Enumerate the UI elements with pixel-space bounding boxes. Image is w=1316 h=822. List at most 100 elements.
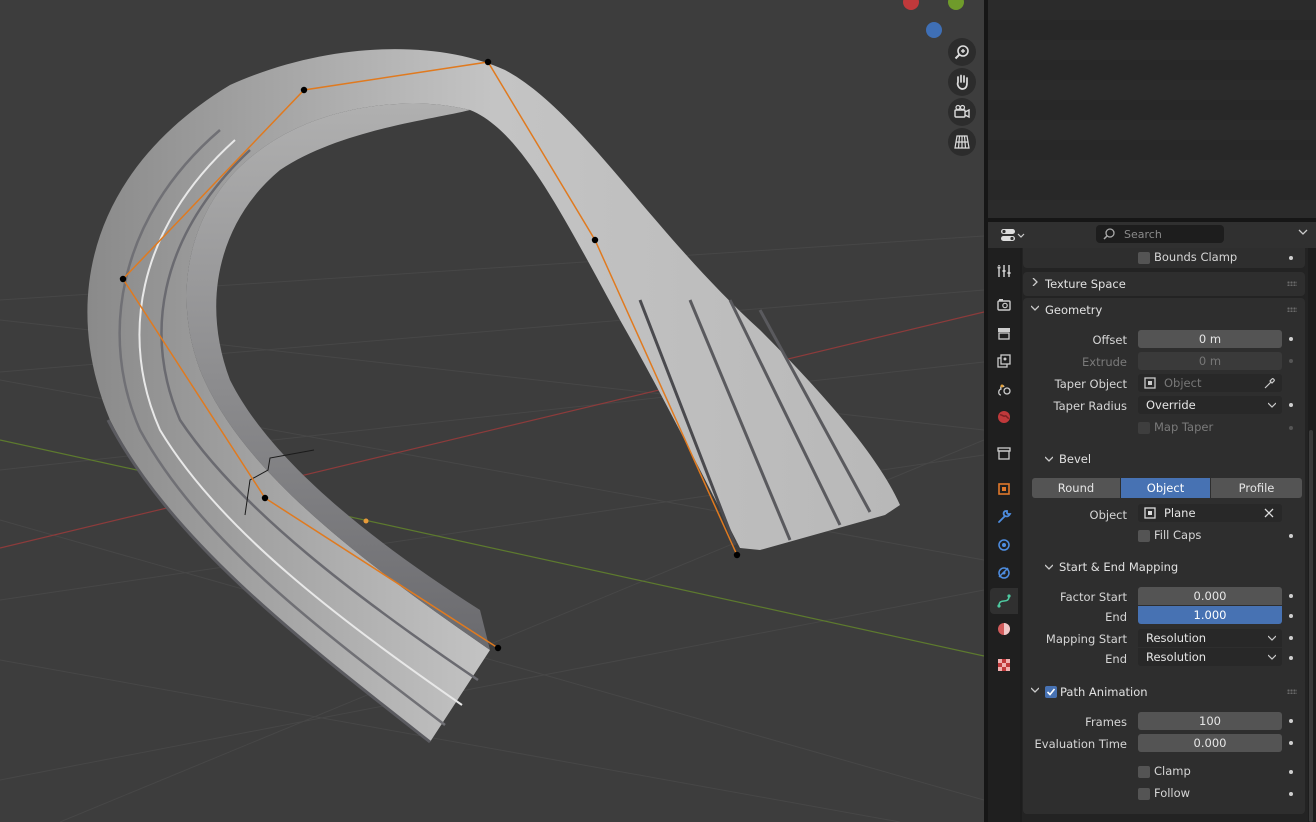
outliner-area[interactable] (988, 0, 1316, 218)
taper-radius-label: Taper Radius (1053, 399, 1128, 413)
path-animation-checkbox[interactable] (1045, 686, 1057, 698)
camera-view-button[interactable] (948, 98, 976, 126)
frames-field[interactable]: 100 (1138, 712, 1282, 730)
tab-physics[interactable] (990, 560, 1018, 586)
tab-material[interactable] (990, 616, 1018, 642)
grid-icon (954, 135, 970, 149)
keyframe-dot[interactable] (1289, 403, 1293, 407)
pan-button[interactable] (948, 68, 976, 96)
options-chevron-icon[interactable] (1298, 227, 1308, 240)
clamp-label: Clamp (1154, 764, 1191, 778)
factor-end-label: End (1105, 610, 1127, 624)
tab-output[interactable] (990, 320, 1018, 346)
particles-icon (998, 539, 1010, 551)
keyframe-dot[interactable] (1289, 719, 1293, 723)
bounds-clamp-label: Bounds Clamp (1154, 250, 1238, 264)
mapping-start-select[interactable]: Resolution (1138, 629, 1282, 647)
bevel-mode-object[interactable]: Object (1121, 478, 1210, 498)
tab-view-layer[interactable] (990, 348, 1018, 374)
tab-texture[interactable] (990, 652, 1018, 678)
texture-space-header: Texture Space (1045, 277, 1126, 291)
eyedropper-icon[interactable] (1264, 377, 1276, 389)
path-animation-header[interactable]: Path Animation (1023, 680, 1305, 704)
keyframe-dot[interactable] (1289, 636, 1293, 640)
map-taper-checkbox[interactable] (1138, 422, 1150, 434)
gizmo-z-axis[interactable] (926, 22, 942, 38)
keyframe-dot[interactable] (1289, 426, 1293, 430)
hand-icon (956, 74, 968, 90)
tab-data[interactable] (990, 588, 1018, 614)
texture-icon (998, 659, 1010, 671)
keyframe-dot[interactable] (1289, 792, 1293, 796)
zoom-button[interactable] (948, 38, 976, 66)
tool-icon (997, 265, 1011, 277)
fill-caps-checkbox[interactable] (1138, 530, 1150, 542)
chevron-down-icon (1268, 402, 1276, 408)
factor-start-field[interactable]: 0.000 (1138, 587, 1282, 605)
clamp-checkbox[interactable] (1138, 766, 1150, 778)
bevel-header[interactable]: Bevel (1023, 448, 1305, 470)
drag-handle-icon[interactable] (1287, 689, 1297, 694)
taper-object-field[interactable]: Object (1138, 374, 1282, 392)
tab-render[interactable] (990, 292, 1018, 318)
chevron-down-icon (1268, 635, 1276, 641)
bevel-mode-profile[interactable]: Profile (1211, 478, 1302, 498)
keyframe-dot[interactable] (1289, 534, 1293, 538)
taper-radius-select[interactable]: Override (1138, 396, 1282, 414)
tab-collection[interactable] (990, 440, 1018, 466)
drag-handle-icon[interactable] (1287, 281, 1297, 286)
offset-label: Offset (1092, 333, 1127, 347)
keyframe-dot[interactable] (1289, 770, 1293, 774)
editor-type-button[interactable] (996, 226, 1026, 244)
panel-texture-space[interactable]: Texture Space (1023, 272, 1305, 296)
keyframe-dot[interactable] (1289, 594, 1293, 598)
keyframe-dot[interactable] (1289, 256, 1293, 260)
curve-data-icon (997, 594, 1011, 608)
geometry-title: Geometry (1045, 303, 1103, 317)
close-icon[interactable] (1264, 508, 1274, 518)
tab-scene[interactable] (990, 376, 1018, 402)
chevron-down-icon (1045, 564, 1053, 570)
map-taper-label: Map Taper (1154, 420, 1214, 434)
mapping-header[interactable]: Start & End Mapping (1023, 556, 1305, 578)
keyframe-dot[interactable] (1289, 614, 1293, 618)
extrude-field[interactable]: 0 m (1138, 352, 1282, 370)
bevel-mode-segmented: Round Object Profile (1032, 478, 1302, 498)
bevel-object-field[interactable]: Plane (1138, 504, 1282, 522)
geometry-header[interactable]: Geometry (1023, 298, 1305, 322)
perspective-toggle-button[interactable] (948, 128, 976, 156)
3d-viewport[interactable] (0, 0, 984, 822)
factor-start-label: Factor Start (1060, 590, 1127, 604)
keyframe-dot[interactable] (1289, 741, 1293, 745)
frames-label: Frames (1085, 715, 1127, 729)
drag-handle-icon[interactable] (1287, 307, 1297, 312)
object-origin (363, 518, 369, 524)
offset-field[interactable]: 0 m (1138, 330, 1282, 348)
keyframe-dot[interactable] (1289, 656, 1293, 660)
keyframe-dot[interactable] (1289, 359, 1293, 363)
evaluation-time-label: Evaluation Time (1034, 737, 1127, 751)
chevron-down-icon (1031, 687, 1039, 693)
tab-modifiers[interactable] (990, 504, 1018, 530)
tab-tool[interactable] (990, 258, 1018, 284)
evaluation-time-field[interactable]: 0.000 (1138, 734, 1282, 752)
output-icon (998, 328, 1010, 340)
search-input[interactable]: Search (1096, 225, 1224, 243)
keyframe-dot[interactable] (1289, 337, 1293, 341)
wrench-icon (998, 510, 1012, 523)
mapping-end-label: End (1105, 652, 1127, 666)
taper-object-label: Taper Object (1054, 377, 1127, 391)
properties-scrollbar[interactable] (1309, 430, 1313, 822)
bounds-clamp-checkbox[interactable] (1138, 252, 1150, 264)
tab-world[interactable] (990, 404, 1018, 430)
panel-path-animation: Path Animation Frames 100 Evaluation Tim… (1023, 680, 1305, 814)
bevel-mode-round[interactable]: Round (1032, 478, 1120, 498)
chevron-down-icon (1045, 456, 1053, 462)
mapping-end-select[interactable]: Resolution (1138, 648, 1282, 666)
follow-checkbox[interactable] (1138, 788, 1150, 800)
factor-end-field[interactable]: 1.000 (1138, 606, 1282, 624)
tab-object[interactable] (990, 476, 1018, 502)
bevel-object-value: Plane (1164, 506, 1196, 520)
object-icon (1144, 377, 1156, 389)
tab-particles[interactable] (990, 532, 1018, 558)
